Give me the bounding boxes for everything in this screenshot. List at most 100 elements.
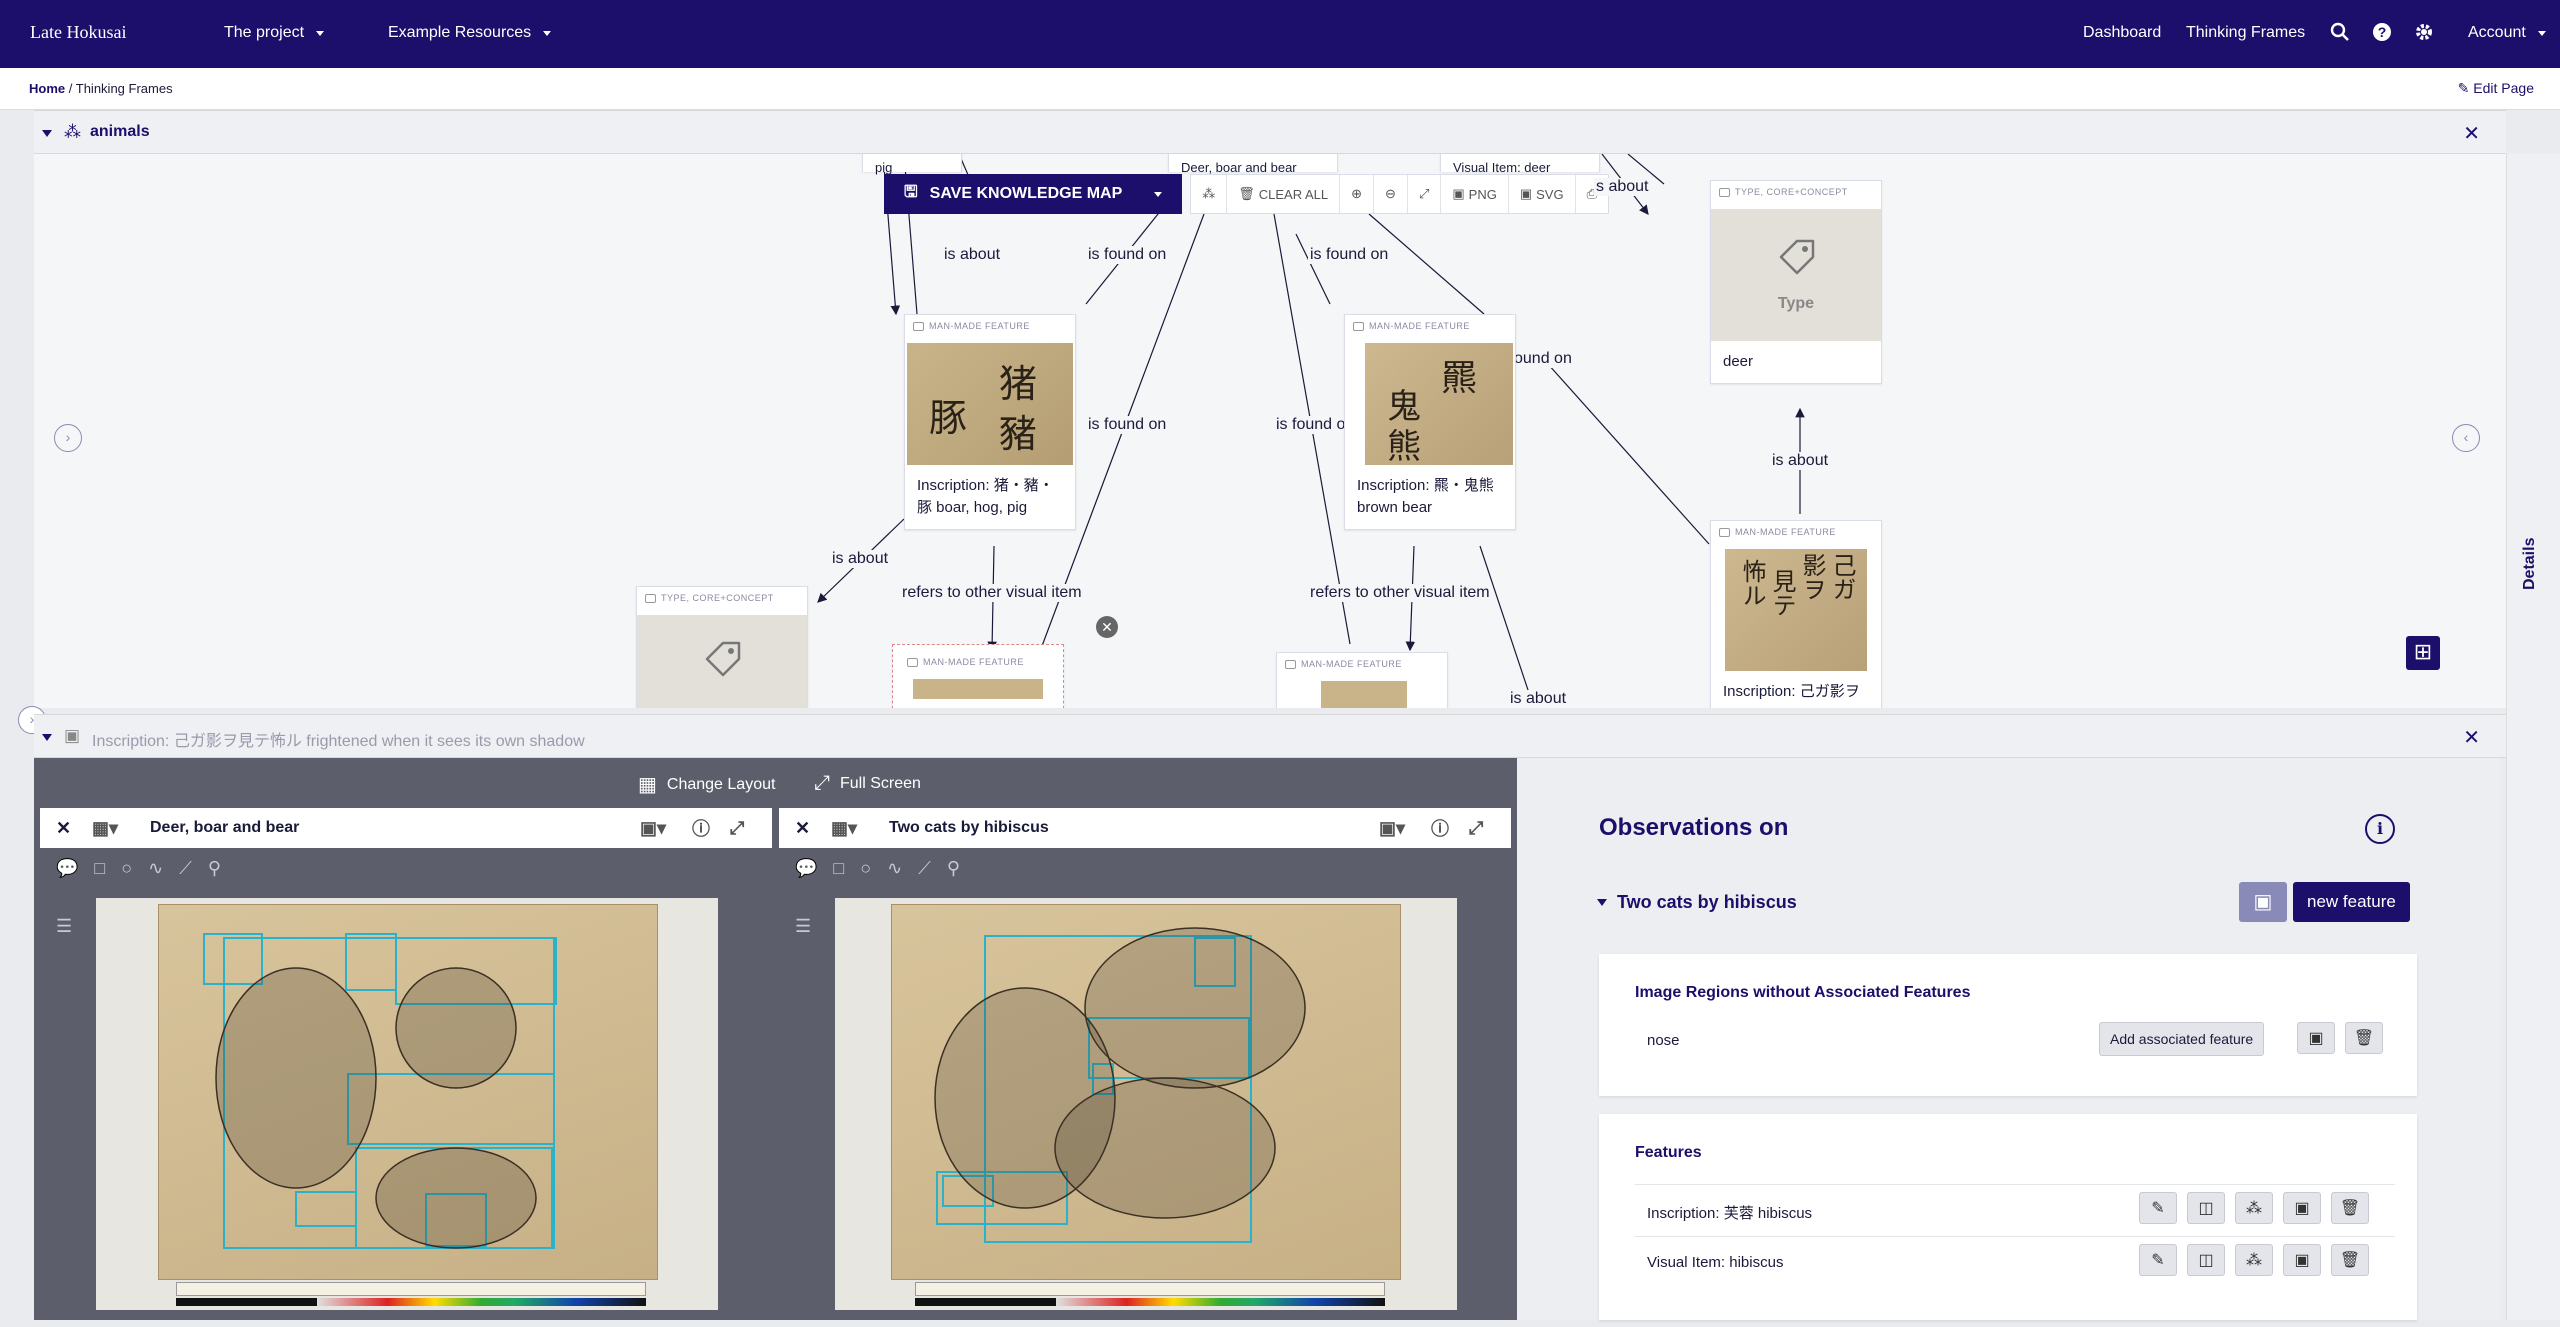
image-icon[interactable]: ▣ (2297, 1022, 2335, 1054)
trash-icon[interactable]: 🗑 (2331, 1244, 2369, 1276)
expand-icon[interactable]: ⤢ (730, 818, 744, 839)
save-knowledge-map-button[interactable]: 🖫 SAVE KNOWLEDGE MAP (884, 174, 1183, 214)
trash-icon[interactable]: 🗑 (2345, 1022, 2383, 1054)
graph-node-boar-inscription[interactable]: MAN-MADE FEATURE 猪 豬 豚 Inscription: 猪・豬・… (904, 314, 1076, 530)
section-toggle[interactable]: Two cats by hibiscus (1597, 892, 1797, 913)
nav-account[interactable]: Account (2468, 24, 2546, 42)
node-type: MAN-MADE FEATURE (1711, 521, 1881, 549)
export-svg-button[interactable]: ▣ SVG (1507, 175, 1575, 213)
graph-node-shadow-inscription[interactable]: MAN-MADE FEATURE 己ガ 影ヲ 見テ 怖ル Inscription… (1710, 520, 1882, 708)
nav-dashboard[interactable]: Dashboard (2083, 24, 2161, 42)
image-icon[interactable]: ▣▾ (1379, 818, 1405, 839)
image-regions-card: Image Regions without Associated Feature… (1599, 954, 2417, 1096)
clear-all-button[interactable]: 🗑 CLEAR ALL (1226, 175, 1339, 213)
image-icon[interactable]: ▣▾ (640, 818, 666, 839)
close-icon[interactable]: ✕ (795, 818, 810, 839)
settings-icon[interactable]: ☰ (795, 916, 811, 937)
knowledge-map-canvas[interactable]: pig Deer, boar and bear Visual Item: dee… (34, 154, 2506, 708)
details-side-tab[interactable]: Details (2506, 154, 2560, 1320)
comment-icon[interactable]: 💬 (795, 858, 817, 879)
zoom-out-icon[interactable]: ⊖ (1373, 175, 1407, 213)
export-png-button[interactable]: ▣ PNG (1440, 175, 1507, 213)
image-icon[interactable]: ▣ (2239, 882, 2287, 922)
nav-thinking-frames[interactable]: Thinking Frames (2186, 24, 2305, 42)
add-node-button[interactable]: ⊞ (2406, 636, 2440, 670)
info-icon[interactable]: ⓘ (1431, 815, 1449, 841)
collapse-icon (1597, 899, 1607, 906)
graph-node-selected-feature[interactable]: MAN-MADE FEATURE (892, 644, 1064, 708)
viewer-header: ✕ ▦▾ Deer, boar and bear ▣▾ ⓘ ⤢ (40, 808, 772, 848)
feature-item[interactable]: Inscription: 芙蓉 hibiscus (1647, 1202, 1812, 1223)
circle-icon[interactable]: ○ (860, 858, 871, 879)
graph-icon[interactable]: ⁂ (2235, 1244, 2273, 1276)
graph-icon[interactable]: ⁂ (2235, 1192, 2273, 1224)
collapse-icon[interactable] (42, 130, 52, 137)
caret-down-icon[interactable] (1154, 191, 1163, 197)
freehand-icon[interactable]: ∿ (887, 858, 902, 879)
collapse-icon[interactable] (42, 734, 52, 741)
layout-icon[interactable]: ⁂ (1191, 175, 1226, 213)
graph-node-type-concept[interactable]: TYPE, CORE+CONCEPT (636, 586, 808, 708)
region-overlays (934, 927, 1306, 1243)
artwork-image[interactable] (96, 898, 718, 1310)
fit-icon[interactable]: ⤢ (1406, 175, 1440, 213)
artwork-image[interactable] (835, 898, 1457, 1310)
polyline-icon[interactable]: ⟋ (179, 858, 192, 879)
observations-heading: Observations on (1599, 814, 1789, 841)
circle-icon[interactable]: ○ (121, 858, 132, 879)
nav-the-project[interactable]: The project (224, 24, 325, 42)
close-icon[interactable]: ✕ (56, 818, 71, 839)
image-icon[interactable]: ▣ (2283, 1244, 2321, 1276)
gear-icon[interactable] (2414, 22, 2434, 42)
region-overlays (203, 933, 557, 1249)
graph-node-deer-boar-bear[interactable]: Deer, boar and bear (1168, 154, 1338, 175)
panel-header-inscription[interactable]: ▣ Inscription: 己ガ影ヲ見テ怖ル frightened when … (34, 714, 2506, 758)
full-screen-button[interactable]: ⤢ Full Screen (814, 772, 921, 795)
polyline-icon[interactable]: ⟋ (918, 858, 931, 879)
panel-header-animals[interactable]: ⁂ animals ✕ (34, 110, 2506, 154)
graph-node-pig[interactable]: pig (862, 154, 962, 175)
graph-node-bear-inscription[interactable]: MAN-MADE FEATURE 羆 鬼 熊 Inscription: 羆・鬼熊… (1344, 314, 1516, 530)
zoom-in-icon[interactable]: ⊕ (1339, 175, 1373, 213)
graph-node-deer-type[interactable]: TYPE, CORE+CONCEPT Type deer (1710, 180, 1882, 384)
image-viewer[interactable]: ✕ ▦▾ Deer, boar and bear ▣▾ ⓘ ⤢ 💬 □ ○ ∿ ⟋ ⚲ ☰ (40, 808, 772, 1320)
comment-icon[interactable]: 💬 (56, 858, 78, 879)
pin-icon[interactable]: ⚲ (208, 858, 221, 879)
edit-page-button[interactable]: ✎ Edit Page (2458, 80, 2534, 97)
pencil-icon[interactable]: ✎ (2139, 1244, 2177, 1276)
expand-icon[interactable]: ⤢ (1469, 818, 1483, 839)
change-layout-button[interactable]: ▦ Change Layout (638, 772, 775, 797)
rectangle-icon[interactable]: □ (94, 858, 105, 879)
panel-icon[interactable]: ◫ (2187, 1192, 2225, 1224)
info-icon[interactable]: i (2365, 814, 2395, 844)
graph-node-visual-item-deer[interactable]: Visual Item: deer (1440, 154, 1600, 175)
grid-icon[interactable]: ▦▾ (831, 818, 857, 839)
chevron-right-icon[interactable]: › (54, 424, 82, 452)
graph-node-feature[interactable]: MAN-MADE FEATURE (1276, 652, 1448, 708)
brand-logo[interactable]: Late Hokusai (30, 22, 126, 43)
add-associated-feature-button[interactable]: Add associated feature (2099, 1022, 2265, 1056)
grid-icon[interactable]: ▦▾ (92, 818, 118, 839)
image-icon[interactable]: ▣ (2283, 1192, 2321, 1224)
trash-icon[interactable]: 🗑 (2331, 1192, 2369, 1224)
pencil-icon[interactable]: ✎ (2139, 1192, 2177, 1224)
new-feature-button[interactable]: new feature (2293, 882, 2410, 922)
close-icon[interactable]: ✕ (2463, 725, 2480, 750)
search-icon[interactable] (2330, 22, 2350, 42)
freehand-icon[interactable]: ∿ (148, 858, 163, 879)
feature-item[interactable]: Visual Item: hibiscus (1647, 1254, 1783, 1271)
chevron-left-icon[interactable]: ‹ (2452, 424, 2480, 452)
nav-example-resources[interactable]: Example Resources (388, 24, 552, 42)
help-icon[interactable]: ? (2372, 22, 2392, 42)
edge-label: s about (1594, 178, 1651, 196)
info-icon[interactable]: ⓘ (692, 815, 710, 841)
remove-node-icon[interactable]: ✕ (1096, 616, 1118, 638)
rectangle-icon[interactable]: □ (833, 858, 844, 879)
settings-icon[interactable]: ☰ (56, 916, 72, 937)
close-icon[interactable]: ✕ (2463, 121, 2480, 146)
edge-label: ound on (1512, 350, 1574, 368)
image-viewer[interactable]: ✕ ▦▾ Two cats by hibiscus ▣▾ ⓘ ⤢ 💬 □ ○ ∿ ⟋ ⚲ … (779, 808, 1511, 1320)
breadcrumb-home[interactable]: Home (29, 81, 65, 96)
pin-icon[interactable]: ⚲ (947, 858, 960, 879)
panel-icon[interactable]: ◫ (2187, 1244, 2225, 1276)
